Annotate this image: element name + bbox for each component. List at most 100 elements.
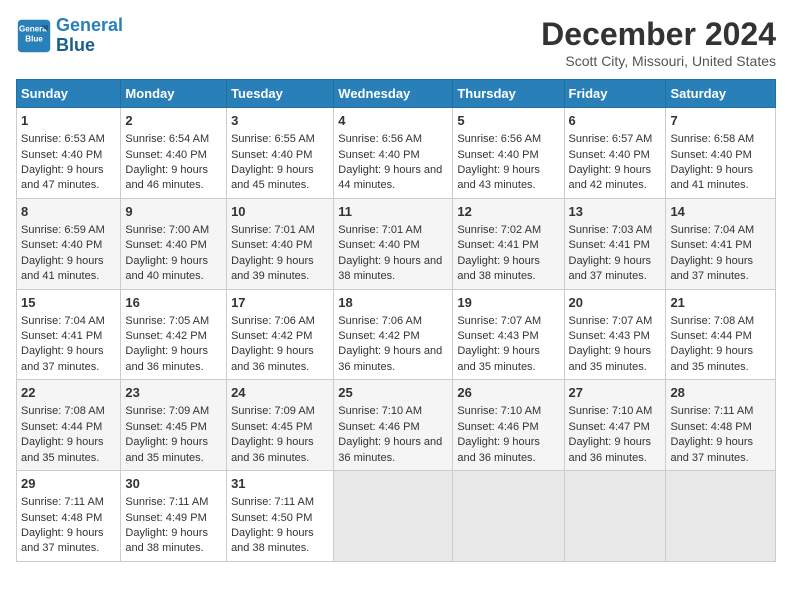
calendar-cell: 8Sunrise: 6:59 AMSunset: 4:40 PMDaylight… (17, 198, 121, 289)
cell-info: Sunrise: 7:08 AM (670, 314, 771, 329)
title-block: December 2024 Scott City, Missouri, Unit… (541, 16, 776, 69)
calendar-header-tuesday: Tuesday (227, 80, 334, 108)
cell-info: Sunset: 4:40 PM (231, 238, 329, 253)
logo-text: GeneralBlue (56, 16, 123, 56)
cell-info: Daylight: 9 hours and 44 minutes. (338, 163, 448, 194)
cell-info: Daylight: 9 hours and 35 minutes. (670, 344, 771, 375)
day-number: 14 (670, 203, 771, 221)
cell-info: Daylight: 9 hours and 36 minutes. (338, 344, 448, 375)
cell-info: Sunrise: 7:01 AM (338, 223, 448, 238)
calendar-header-sunday: Sunday (17, 80, 121, 108)
cell-info: Sunset: 4:48 PM (670, 420, 771, 435)
calendar-week-3: 15Sunrise: 7:04 AMSunset: 4:41 PMDayligh… (17, 289, 776, 380)
cell-info: Sunrise: 7:05 AM (125, 314, 222, 329)
day-number: 21 (670, 294, 771, 312)
cell-info: Sunset: 4:42 PM (338, 329, 448, 344)
cell-info: Daylight: 9 hours and 35 minutes. (21, 435, 116, 466)
cell-info: Sunrise: 7:11 AM (231, 495, 329, 510)
cell-info: Sunset: 4:41 PM (457, 238, 559, 253)
calendar-cell: 2Sunrise: 6:54 AMSunset: 4:40 PMDaylight… (121, 108, 227, 199)
cell-info: Daylight: 9 hours and 36 minutes. (457, 435, 559, 466)
cell-info: Sunrise: 7:02 AM (457, 223, 559, 238)
day-number: 11 (338, 203, 448, 221)
day-number: 5 (457, 112, 559, 130)
cell-info: Sunset: 4:46 PM (457, 420, 559, 435)
day-number: 30 (125, 475, 222, 493)
cell-info: Sunset: 4:40 PM (21, 148, 116, 163)
calendar-table: SundayMondayTuesdayWednesdayThursdayFrid… (16, 79, 776, 562)
calendar-cell: 15Sunrise: 7:04 AMSunset: 4:41 PMDayligh… (17, 289, 121, 380)
cell-info: Sunrise: 6:56 AM (338, 132, 448, 147)
cell-info: Sunset: 4:40 PM (125, 238, 222, 253)
cell-info: Sunrise: 6:55 AM (231, 132, 329, 147)
cell-info: Sunset: 4:42 PM (125, 329, 222, 344)
cell-info: Sunrise: 6:57 AM (569, 132, 662, 147)
calendar-cell: 10Sunrise: 7:01 AMSunset: 4:40 PMDayligh… (227, 198, 334, 289)
day-number: 3 (231, 112, 329, 130)
calendar-cell: 27Sunrise: 7:10 AMSunset: 4:47 PMDayligh… (564, 380, 666, 471)
day-number: 10 (231, 203, 329, 221)
calendar-subtitle: Scott City, Missouri, United States (541, 53, 776, 69)
day-number: 9 (125, 203, 222, 221)
day-number: 2 (125, 112, 222, 130)
day-number: 29 (21, 475, 116, 493)
day-number: 23 (125, 384, 222, 402)
calendar-week-2: 8Sunrise: 6:59 AMSunset: 4:40 PMDaylight… (17, 198, 776, 289)
calendar-cell: 31Sunrise: 7:11 AMSunset: 4:50 PMDayligh… (227, 471, 334, 562)
calendar-cell: 5Sunrise: 6:56 AMSunset: 4:40 PMDaylight… (453, 108, 564, 199)
cell-info: Sunrise: 7:11 AM (125, 495, 222, 510)
cell-info: Sunset: 4:42 PM (231, 329, 329, 344)
cell-info: Sunrise: 6:58 AM (670, 132, 771, 147)
calendar-cell: 24Sunrise: 7:09 AMSunset: 4:45 PMDayligh… (227, 380, 334, 471)
calendar-cell (666, 471, 776, 562)
cell-info: Daylight: 9 hours and 37 minutes. (569, 254, 662, 285)
cell-info: Sunrise: 6:53 AM (21, 132, 116, 147)
calendar-cell: 28 Sunrise: 7:11 AMSunset: 4:48 PMDayligh… (666, 380, 776, 471)
day-number: 22 (21, 384, 116, 402)
day-number: 6 (569, 112, 662, 130)
day-number: 16 (125, 294, 222, 312)
cell-info: Daylight: 9 hours and 46 minutes. (125, 163, 222, 194)
cell-info: Sunrise: 6:54 AM (125, 132, 222, 147)
day-number: 19 (457, 294, 559, 312)
calendar-cell (564, 471, 666, 562)
cell-info: Sunset: 4:44 PM (21, 420, 116, 435)
calendar-cell: 17Sunrise: 7:06 AMSunset: 4:42 PMDayligh… (227, 289, 334, 380)
day-number: 13 (569, 203, 662, 221)
cell-info: Sunrise: 7:06 AM (338, 314, 448, 329)
cell-info: Sunset: 4:41 PM (569, 238, 662, 253)
calendar-week-5: 29Sunrise: 7:11 AMSunset: 4:48 PMDayligh… (17, 471, 776, 562)
cell-info: Sunrise: 7:08 AM (21, 404, 116, 419)
cell-info: Sunrise: 7:11 AM (670, 404, 771, 419)
cell-info: Sunset: 4:46 PM (338, 420, 448, 435)
cell-info: Sunrise: 7:10 AM (338, 404, 448, 419)
cell-info: Sunset: 4:40 PM (338, 238, 448, 253)
cell-info: Sunset: 4:48 PM (21, 511, 116, 526)
calendar-header-monday: Monday (121, 80, 227, 108)
calendar-cell (334, 471, 453, 562)
cell-info: Sunset: 4:41 PM (21, 329, 116, 344)
day-number: 4 (338, 112, 448, 130)
day-number: 17 (231, 294, 329, 312)
calendar-body: 1Sunrise: 6:53 AMSunset: 4:40 PMDaylight… (17, 108, 776, 562)
cell-info: Daylight: 9 hours and 36 minutes. (231, 435, 329, 466)
cell-info: Daylight: 9 hours and 40 minutes. (125, 254, 222, 285)
day-number: 28 (670, 384, 771, 402)
cell-info: Daylight: 9 hours and 35 minutes. (457, 344, 559, 375)
calendar-cell: 9Sunrise: 7:00 AMSunset: 4:40 PMDaylight… (121, 198, 227, 289)
cell-info: Sunset: 4:44 PM (670, 329, 771, 344)
cell-info: Sunrise: 6:56 AM (457, 132, 559, 147)
calendar-cell: 6Sunrise: 6:57 AMSunset: 4:40 PMDaylight… (564, 108, 666, 199)
cell-info: Daylight: 9 hours and 36 minutes. (125, 344, 222, 375)
logo: General Blue GeneralBlue (16, 16, 123, 56)
cell-info: Sunrise: 7:11 AM (21, 495, 116, 510)
day-number: 24 (231, 384, 329, 402)
cell-info: Daylight: 9 hours and 35 minutes. (125, 435, 222, 466)
calendar-cell: 14Sunrise: 7:04 AMSunset: 4:41 PMDayligh… (666, 198, 776, 289)
cell-info: Sunrise: 7:07 AM (457, 314, 559, 329)
cell-info: Daylight: 9 hours and 37 minutes. (670, 435, 771, 466)
cell-info: Daylight: 9 hours and 36 minutes. (569, 435, 662, 466)
calendar-cell: 20Sunrise: 7:07 AMSunset: 4:43 PMDayligh… (564, 289, 666, 380)
calendar-cell: 21 Sunrise: 7:08 AMSunset: 4:44 PMDayligh… (666, 289, 776, 380)
calendar-cell: 13Sunrise: 7:03 AMSunset: 4:41 PMDayligh… (564, 198, 666, 289)
